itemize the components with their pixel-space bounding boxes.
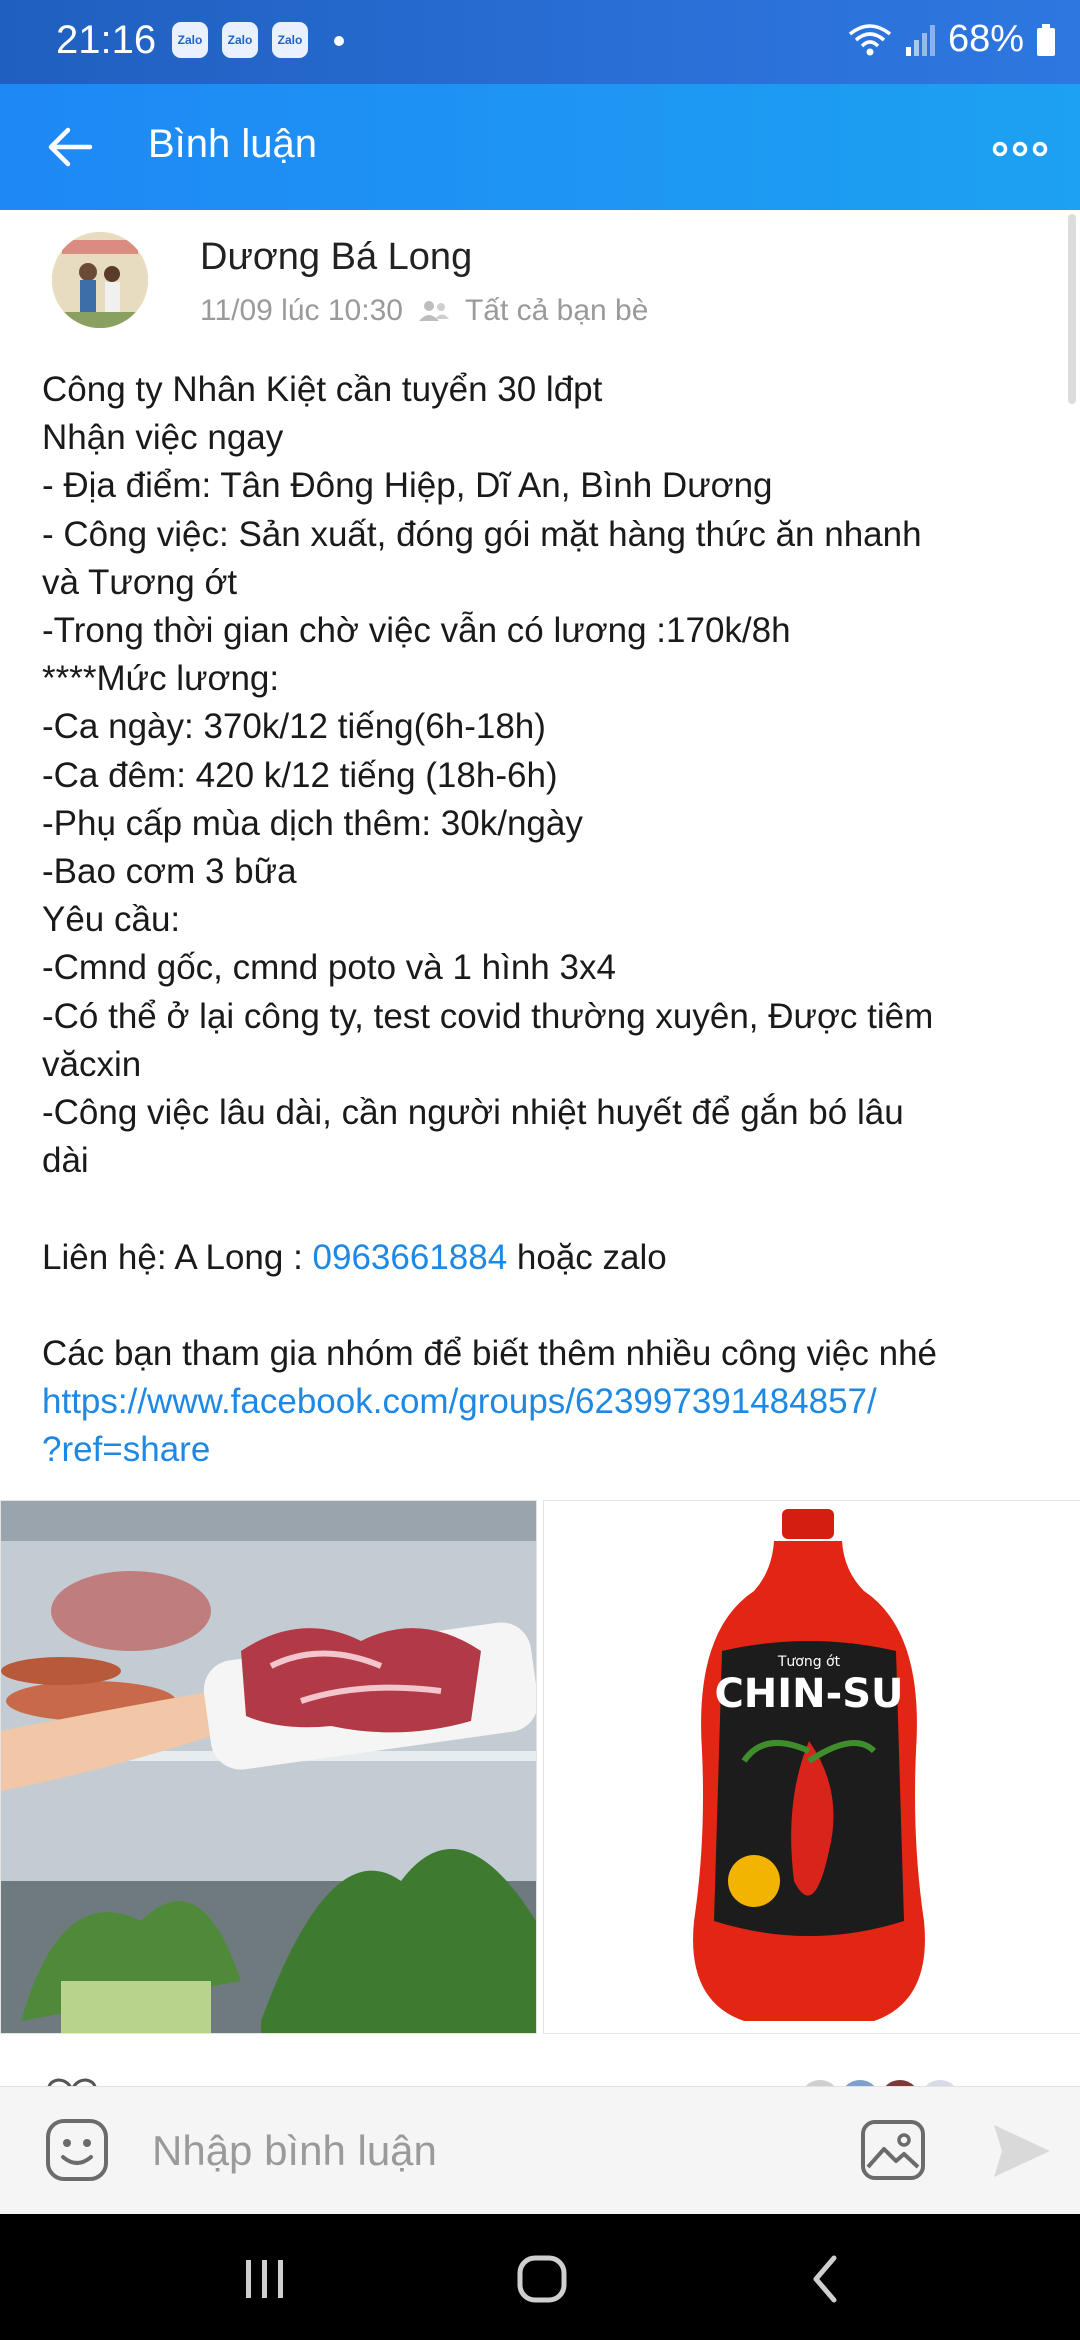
post-text: Công ty Nhân Kiệt cần tuyển 30 lđpt Nhận… — [42, 366, 1052, 1475]
post-line: Nhận việc ngay — [42, 418, 284, 458]
post-line: Công ty Nhân Kiệt cần tuyển 30 lđpt — [42, 370, 603, 409]
post-line: dài — [42, 1141, 89, 1181]
post-line: -Bao cơm 3 bữa — [42, 852, 297, 892]
heart-icon[interactable] — [42, 2074, 102, 2086]
nav-back-icon[interactable] — [796, 2254, 856, 2304]
contact-suffix: hoặc zalo — [507, 1237, 667, 1277]
comment-bar — [0, 2086, 1080, 2215]
image-icon[interactable] — [860, 2119, 926, 2181]
recents-icon[interactable] — [234, 2254, 294, 2304]
app-bar: Bình luận — [0, 84, 1080, 210]
post-line: Yêu cầu: — [42, 900, 181, 940]
signal-icon — [905, 24, 935, 56]
zalo-notification-icon: Zalo — [222, 22, 258, 58]
group-link-suffix[interactable]: ?ref=share — [42, 1430, 210, 1469]
status-time: 21:16 — [56, 18, 157, 62]
post-line: - Công việc: Sản xuất, đóng gói mặt hàng… — [42, 514, 922, 554]
avatar-image — [52, 232, 148, 328]
post-privacy: Tất cả bạn bè — [464, 294, 649, 327]
zalo-notification-icon: Zalo — [272, 22, 308, 58]
more-dots-icon[interactable] — [990, 129, 1050, 169]
comment-input[interactable] — [150, 2117, 834, 2185]
reactions-row[interactable] — [0, 2074, 1080, 2086]
emoji-icon[interactable] — [44, 2117, 110, 2183]
post-line: và Tương ớt — [42, 562, 238, 602]
chinsu-chili-sauce-photo[interactable]: Tương ớt CHIN-SU — [543, 1500, 1080, 2034]
system-nav-bar — [0, 2214, 1080, 2340]
post-line: -Công việc lâu dài, cần người nhiệt huyế… — [42, 1093, 904, 1133]
zalo-notification-icon: Zalo — [172, 22, 208, 58]
page-title: Bình luận — [148, 122, 318, 166]
status-right: 68% — [848, 18, 1056, 61]
product-subtitle: Tương ớt — [777, 1654, 841, 1670]
post-line: - Địa điểm: Tân Đông Hiệp, Dĩ An, Bình D… — [42, 466, 773, 506]
wifi-icon — [848, 23, 892, 55]
post-timestamp: 11/09 lúc 10:30 — [200, 294, 403, 327]
post-line: -Có thể ở lại công ty, test covid thường… — [42, 996, 934, 1036]
post-line: văcxin — [42, 1044, 142, 1084]
battery-icon — [1037, 23, 1055, 56]
meat-tray-photo[interactable] — [0, 1500, 537, 2034]
post-line: ****Mức lương: — [42, 659, 280, 699]
more-notifications-dot — [334, 36, 344, 46]
post-line: -Cmnd gốc, cmnd poto và 1 hình 3x4 — [42, 948, 616, 988]
post-line: -Trong thời gian chờ việc vẫn có lương :… — [42, 611, 791, 651]
status-bar: 21:16 Zalo Zalo Zalo 68% — [0, 0, 1080, 84]
back-arrow-icon[interactable] — [40, 117, 100, 177]
invite-text: Các bạn tham gia nhóm để biết thêm nhiều… — [42, 1334, 938, 1374]
send-icon[interactable] — [990, 2121, 1054, 2181]
product-brand: CHIN-SU — [714, 1671, 903, 1717]
home-icon[interactable] — [512, 2254, 572, 2304]
post-line: -Ca đêm: 420 k/12 tiếng (18h-6h) — [42, 755, 558, 795]
scrollbar[interactable] — [1068, 214, 1076, 404]
friends-icon — [418, 301, 449, 321]
post-content[interactable]: Dương Bá Long 11/09 lúc 10:30 Tất cả bạn… — [0, 210, 1080, 2086]
contact-prefix: Liên hệ: A Long : — [42, 1237, 313, 1277]
battery-percent: 68% — [947, 18, 1024, 60]
reactor-avatars[interactable] — [760, 2074, 960, 2086]
phone-link[interactable]: 0963661884 — [313, 1238, 508, 1277]
post-line: -Phụ cấp mùa dịch thêm: 30k/ngày — [42, 803, 583, 843]
author-name[interactable]: Dương Bá Long — [200, 236, 472, 279]
post-meta: 11/09 lúc 10:30 Tất cả bạn bè — [200, 294, 648, 328]
post-line: -Ca ngày: 370k/12 tiếng(6h-18h) — [42, 707, 546, 747]
author-avatar[interactable] — [52, 232, 148, 328]
group-link[interactable]: https://www.facebook.com/groups/62399739… — [42, 1382, 877, 1421]
